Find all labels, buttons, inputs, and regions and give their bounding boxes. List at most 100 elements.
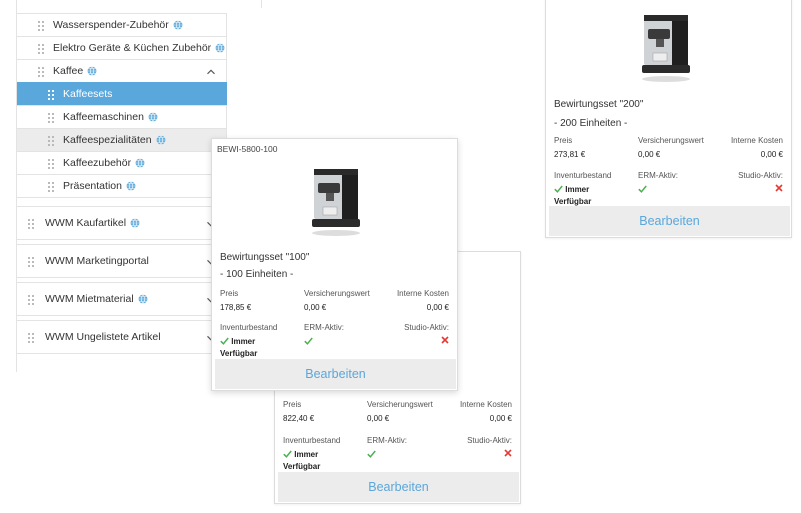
status-verfuegbar: Verfügbar xyxy=(554,197,592,206)
status-value: Immer Verfügbar xyxy=(554,184,611,208)
status-value xyxy=(304,336,344,348)
tree-item-elektro[interactable]: Elektro Geräte & Küchen Zubehör xyxy=(17,36,227,60)
tree-item-label: Kaffeemaschinen xyxy=(63,111,144,123)
status-label: Inventurbestand xyxy=(220,323,278,332)
edit-button[interactable]: Bearbeiten xyxy=(215,359,456,389)
product-card-200: Bewirtungsset "200" - 200 Einheiten - Pr… xyxy=(545,0,792,238)
metric-preis: Preis 273,81 € xyxy=(554,136,585,159)
tree-item-kaffee[interactable]: Kaffee xyxy=(17,59,227,83)
product-sku: BEWI-5800-100 xyxy=(217,144,278,154)
tree-group-label: WWM Ungelistete Artikel xyxy=(45,331,161,343)
cross-icon xyxy=(504,449,512,457)
globe-icon xyxy=(130,218,140,228)
tree-group-mietmaterial[interactable]: WWM Mietmaterial xyxy=(16,282,228,316)
metric-value: 822,40 € xyxy=(283,414,315,423)
tree-item-label: Kaffeezubehör xyxy=(63,157,132,169)
metric-label: Interne Kosten xyxy=(730,136,783,145)
status-label: Inventurbestand xyxy=(283,436,341,445)
status-studio: Studio-Aktiv: xyxy=(738,171,783,196)
status-erm: ERM-Aktiv: xyxy=(304,323,344,348)
grip-icon[interactable] xyxy=(27,217,35,229)
globe-icon xyxy=(156,135,165,145)
tree-item-label: Präsentation xyxy=(63,180,122,192)
metric-value: 0,00 € xyxy=(489,414,512,423)
status-value: Immer Verfügbar xyxy=(220,336,277,360)
tree-group-kaufartikel[interactable]: WWM Kaufartikel xyxy=(16,206,228,240)
divider xyxy=(261,0,262,8)
status-immer: Immer xyxy=(231,337,256,346)
metric-value: 273,81 € xyxy=(554,150,586,159)
status-value xyxy=(638,184,678,196)
metric-label: Versicherungswert xyxy=(304,289,370,298)
grip-icon[interactable] xyxy=(47,111,55,123)
status-inventur: Inventurbestand Immer Verfügbar xyxy=(554,171,611,208)
tree-item-kaffeespezialitaeten[interactable]: Kaffeespezialitäten xyxy=(17,128,227,152)
tree-item-praesentation[interactable]: Präsentation xyxy=(17,174,227,198)
status-label: ERM-Aktiv: xyxy=(367,436,407,445)
status-studio: Studio-Aktiv: xyxy=(467,436,512,461)
check-icon xyxy=(304,337,313,345)
status-label: Inventurbestand xyxy=(554,171,612,180)
globe-icon xyxy=(173,20,183,30)
product-title: Bewirtungsset "200" xyxy=(554,99,644,110)
status-value xyxy=(738,184,783,196)
edit-button[interactable]: Bearbeiten xyxy=(549,206,790,236)
grip-icon[interactable] xyxy=(27,331,35,343)
coffee-machine-image xyxy=(312,169,360,236)
cross-icon xyxy=(441,336,449,344)
globe-icon xyxy=(215,43,225,53)
tree-group-label: WWM Mietmaterial xyxy=(45,293,134,305)
metric-value: 0,00 € xyxy=(760,150,783,159)
grip-icon[interactable] xyxy=(47,180,55,192)
grip-icon[interactable] xyxy=(47,157,55,169)
globe-icon xyxy=(135,158,145,168)
status-value xyxy=(367,449,407,461)
tree-item-label: Kaffeesets xyxy=(63,88,113,100)
check-icon xyxy=(554,185,563,193)
tree-item-kaffeesets[interactable]: Kaffeesets xyxy=(17,82,227,106)
chevron-up-icon[interactable] xyxy=(206,67,216,77)
check-icon xyxy=(220,337,229,345)
tree-item-label: Elektro Geräte & Küchen Zubehör xyxy=(53,42,212,54)
metric-preis: Preis 178,85 € xyxy=(220,289,251,312)
metric-versicherungswert: Versicherungswert 0,00 € xyxy=(304,289,370,312)
globe-icon xyxy=(126,181,136,191)
grip-icon[interactable] xyxy=(37,65,45,77)
tree-item-kaffeezubehoer[interactable]: Kaffeezubehör xyxy=(17,151,227,175)
category-tree: Wasserspender-Zubehör Elektro Geräte & K… xyxy=(16,0,228,372)
product-card-100: BEWI-5800-100 Bewirtungsset "100" - 100 … xyxy=(211,138,458,391)
grip-icon[interactable] xyxy=(37,19,45,31)
cross-icon xyxy=(775,184,783,192)
tree-group-ungelistete[interactable]: WWM Ungelistete Artikel xyxy=(16,320,228,354)
grip-icon[interactable] xyxy=(47,88,55,100)
tree-group-marketingportal[interactable]: WWM Marketingportal xyxy=(16,244,228,278)
tree-item-kaffeemaschinen[interactable]: Kaffeemaschinen xyxy=(17,105,227,129)
product-units: - 200 Einheiten - xyxy=(554,118,628,129)
grip-icon[interactable] xyxy=(47,134,55,146)
metric-value: 0,00 € xyxy=(304,303,327,312)
status-immer: Immer xyxy=(565,185,590,194)
status-value: Immer Verfügbar xyxy=(283,449,340,473)
metric-label: Interne Kosten xyxy=(459,400,512,409)
tree-item-wasserspender[interactable]: Wasserspender-Zubehör xyxy=(17,13,227,37)
globe-icon xyxy=(148,112,158,122)
status-verfuegbar: Verfügbar xyxy=(283,462,321,471)
status-label: Studio-Aktiv: xyxy=(467,436,512,445)
metric-value: 0,00 € xyxy=(638,150,661,159)
status-verfuegbar: Verfügbar xyxy=(220,349,258,358)
status-label: Studio-Aktiv: xyxy=(404,323,449,332)
status-immer: Immer xyxy=(294,450,319,459)
grip-icon[interactable] xyxy=(27,293,35,305)
grip-icon[interactable] xyxy=(27,255,35,267)
metric-value: 0,00 € xyxy=(367,414,390,423)
app-root: Wasserspender-Zubehör Elektro Geräte & K… xyxy=(0,0,801,513)
grip-icon[interactable] xyxy=(37,42,45,54)
status-erm: ERM-Aktiv: xyxy=(638,171,678,196)
metric-value: 178,85 € xyxy=(220,303,252,312)
metric-label: Preis xyxy=(220,289,239,298)
edit-button[interactable]: Bearbeiten xyxy=(278,472,519,502)
tree-item-label: Kaffee xyxy=(53,65,84,77)
metric-interne-kosten: Interne Kosten 0,00 € xyxy=(460,400,512,423)
status-studio: Studio-Aktiv: xyxy=(404,323,449,348)
metric-label: Versicherungswert xyxy=(367,400,433,409)
